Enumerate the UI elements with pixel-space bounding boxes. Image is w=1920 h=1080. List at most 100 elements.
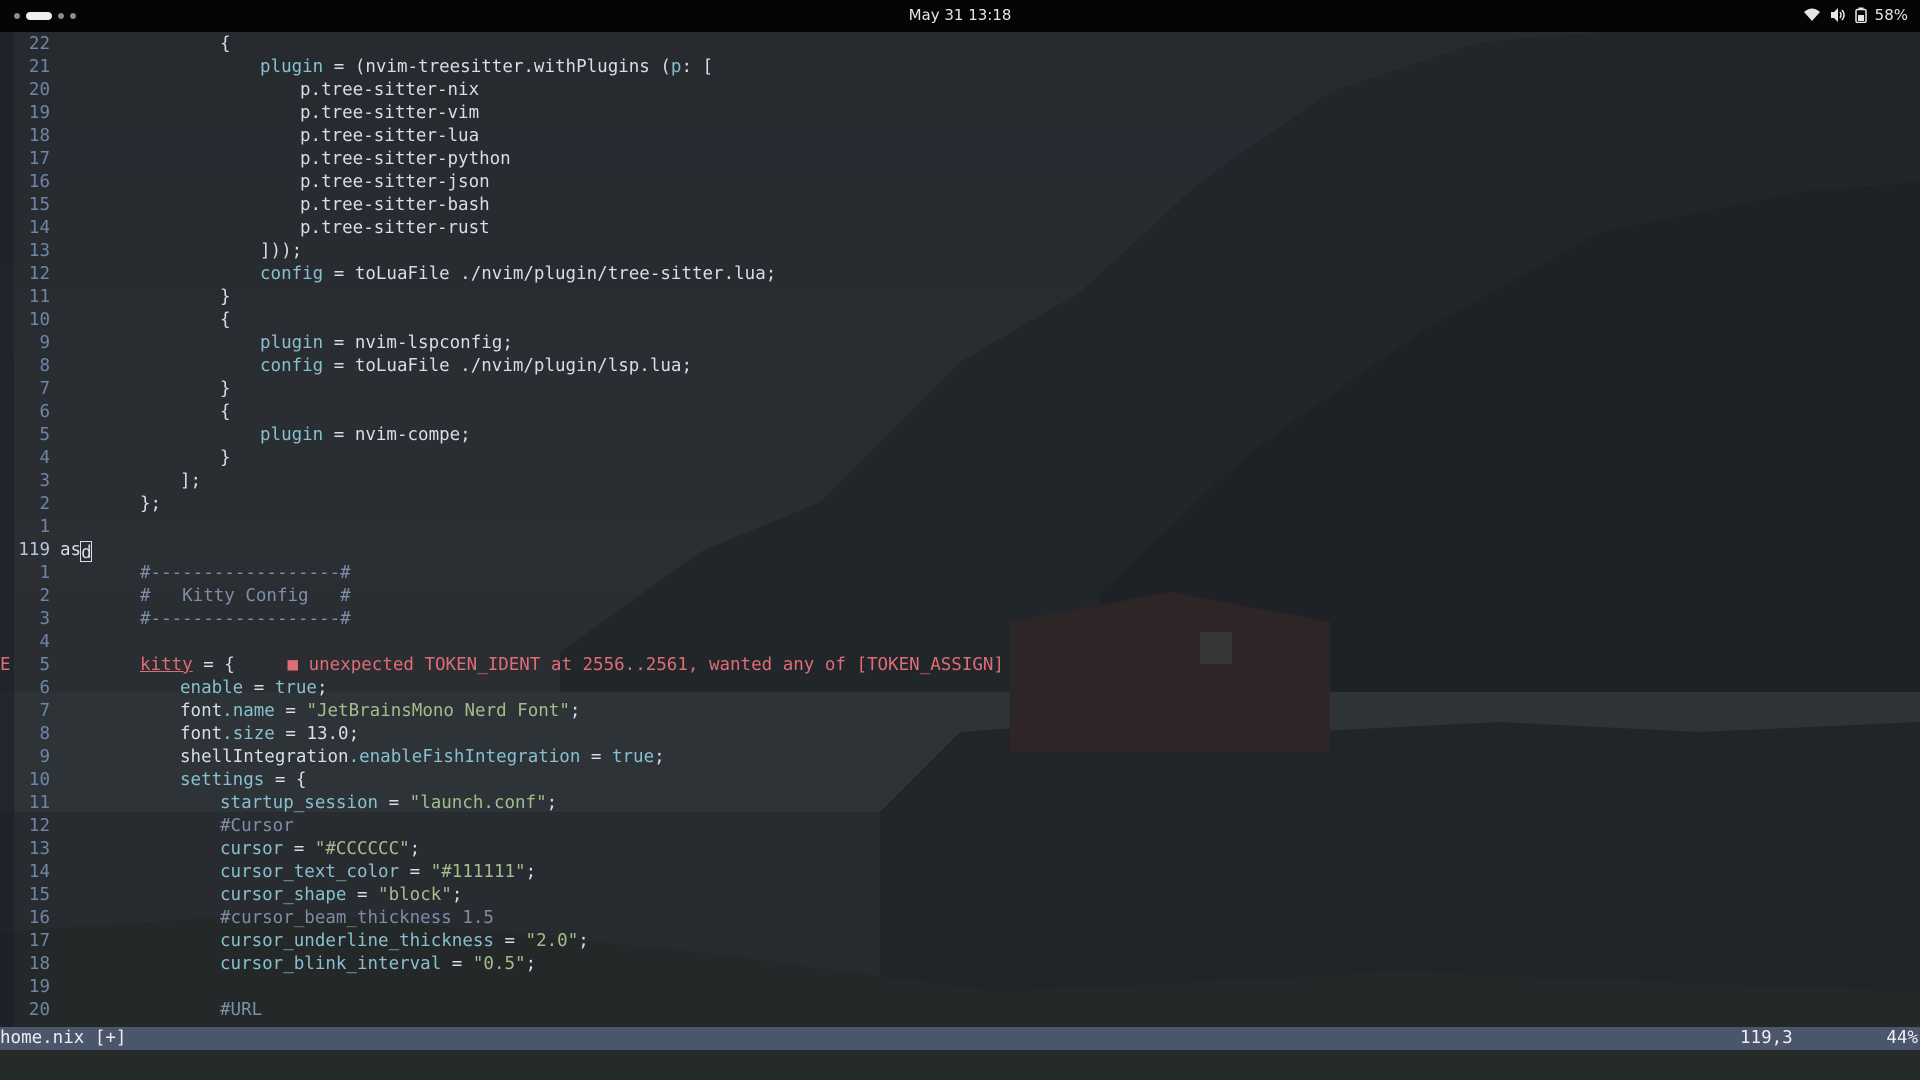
code-line[interactable]: 8 font.size = 13.0; — [0, 723, 1920, 746]
code-token: = — [580, 747, 612, 767]
code-token: .enableFishIntegration — [348, 747, 581, 767]
code-line[interactable]: 13])); — [0, 240, 1920, 263]
code-token: = toLuaFile ./nvim/plugin/lsp.lua; — [323, 356, 692, 376]
code-text[interactable]: startup_session = "launch.conf"; — [220, 792, 557, 815]
command-line[interactable] — [0, 1050, 1920, 1080]
code-line[interactable]: 19 p.tree-sitter-vim — [0, 102, 1920, 125]
line-number: 6 — [39, 402, 50, 422]
code-line[interactable]: 12 config = toLuaFile ./nvim/plugin/tree-… — [0, 263, 1920, 286]
code-text[interactable]: cursor_underline_thickness = "2.0"; — [220, 930, 589, 953]
code-text[interactable]: font.name = "JetBrainsMono Nerd Font"; — [180, 700, 580, 723]
battery-percent: 58% — [1874, 6, 1908, 24]
code-text[interactable]: p.tree-sitter-bash — [300, 194, 490, 217]
code-text[interactable]: } — [220, 378, 231, 401]
volume-icon[interactable] — [1829, 7, 1847, 23]
wifi-icon[interactable] — [1803, 7, 1821, 23]
code-text[interactable]: #Cursor — [220, 815, 294, 838]
code-text[interactable]: cursor_shape = "block"; — [220, 884, 462, 907]
code-line[interactable]: 18 cursor_blink_interval = "0.5"; — [0, 953, 1920, 976]
code-text[interactable]: }; — [140, 493, 161, 516]
code-line[interactable]: 3]; — [0, 470, 1920, 493]
code-text[interactable]: ])); — [260, 240, 302, 263]
code-line[interactable]: 15 cursor_shape = "block"; — [0, 884, 1920, 907]
code-line[interactable]: 11 startup_session = "launch.conf"; — [0, 792, 1920, 815]
code-text[interactable]: enable = true; — [180, 677, 328, 700]
code-line[interactable]: 1 #------------------# — [0, 562, 1920, 585]
code-line[interactable]: E 5 kitty = { ■ unexpected TOKEN_IDENT at … — [0, 654, 1920, 677]
code-line[interactable]: 20 #URL — [0, 999, 1920, 1022]
code-line[interactable]: 9 shellIntegration.enableFishIntegration … — [0, 746, 1920, 769]
code-text[interactable]: plugin = (nvim-treesitter.withPlugins (p… — [260, 56, 713, 79]
code-line[interactable]: 17 p.tree-sitter-python — [0, 148, 1920, 171]
code-text[interactable]: p.tree-sitter-vim — [300, 102, 479, 125]
code-line[interactable]: 10 { — [0, 309, 1920, 332]
code-text[interactable]: cursor_text_color = "#111111"; — [220, 861, 536, 884]
code-token: ; — [546, 793, 558, 813]
code-editor[interactable]: 22{21 plugin = (nvim-treesitter.withPlugi… — [0, 32, 1920, 1027]
code-line[interactable]: 3 #------------------# — [0, 608, 1920, 631]
code-line[interactable]: 10 settings = { — [0, 769, 1920, 792]
line-number: 10 — [28, 310, 50, 330]
code-line[interactable]: 19 — [0, 976, 1920, 999]
code-line[interactable]: 11} — [0, 286, 1920, 309]
code-text[interactable]: } — [220, 286, 231, 309]
code-line[interactable]: 2 # Kitty Config # — [0, 585, 1920, 608]
code-text[interactable]: shellIntegration.enableFishIntegration =… — [180, 746, 665, 769]
code-text[interactable]: { — [220, 33, 231, 56]
code-line[interactable]: 18 p.tree-sitter-lua — [0, 125, 1920, 148]
code-text[interactable]: plugin = nvim-lspconfig; — [260, 332, 513, 355]
code-line[interactable]: 7 font.name = "JetBrainsMono Nerd Font"; — [0, 700, 1920, 723]
code-text[interactable]: plugin = nvim-compe; — [260, 424, 471, 447]
code-line[interactable]: 4 — [0, 631, 1920, 654]
code-line[interactable]: 6 enable = true; — [0, 677, 1920, 700]
code-text[interactable]: config = toLuaFile ./nvim/plugin/lsp.lua… — [260, 355, 692, 378]
code-text[interactable]: p.tree-sitter-lua — [300, 125, 479, 148]
code-line[interactable]: 16 p.tree-sitter-json — [0, 171, 1920, 194]
system-tray[interactable]: 58% — [1803, 6, 1908, 24]
code-line[interactable]: 6{ — [0, 401, 1920, 424]
code-text[interactable]: # Kitty Config # — [140, 585, 351, 608]
code-line[interactable]: 2}; — [0, 493, 1920, 516]
code-line[interactable]: 20 p.tree-sitter-nix — [0, 79, 1920, 102]
code-text[interactable]: #------------------# — [140, 608, 351, 631]
code-text[interactable]: { — [220, 401, 231, 424]
code-line[interactable]: 119 asd — [0, 539, 1920, 563]
code-text[interactable]: asd — [60, 539, 93, 563]
code-text[interactable]: settings = { — [180, 769, 306, 792]
code-line[interactable]: 5 plugin = nvim-compe; — [0, 424, 1920, 447]
code-line[interactable]: 14 cursor_text_color = "#111111"; — [0, 861, 1920, 884]
code-text[interactable]: #cursor_beam_thickness 1.5 — [220, 907, 494, 930]
code-line[interactable]: 12 #Cursor — [0, 815, 1920, 838]
code-text[interactable]: cursor = "#CCCCCC"; — [220, 838, 420, 861]
code-line[interactable]: 1 — [0, 516, 1920, 539]
code-line[interactable]: 17 cursor_underline_thickness = "2.0"; — [0, 930, 1920, 953]
code-text[interactable]: p.tree-sitter-rust — [300, 217, 490, 240]
code-line[interactable]: 21 plugin = (nvim-treesitter.withPlugins … — [0, 56, 1920, 79]
code-line[interactable]: 8 config = toLuaFile ./nvim/plugin/lsp.lu… — [0, 355, 1920, 378]
code-text[interactable]: #URL — [220, 999, 262, 1022]
code-line[interactable]: 7} — [0, 378, 1920, 401]
code-line[interactable]: 15 p.tree-sitter-bash — [0, 194, 1920, 217]
code-text[interactable]: config = toLuaFile ./nvim/plugin/tree-si… — [260, 263, 776, 286]
code-line[interactable]: 4} — [0, 447, 1920, 470]
code-text[interactable]: cursor_blink_interval = "0.5"; — [220, 953, 536, 976]
code-line[interactable]: 16 #cursor_beam_thickness 1.5 — [0, 907, 1920, 930]
line-number: 9 — [39, 333, 50, 353]
code-text[interactable]: kitty = { ■ unexpected TOKEN_IDENT at 25… — [140, 654, 1004, 677]
code-line[interactable]: 13 cursor = "#CCCCCC"; — [0, 838, 1920, 861]
code-text[interactable]: font.size = 13.0; — [180, 723, 359, 746]
code-text[interactable]: ]; — [180, 470, 201, 493]
battery-icon[interactable] — [1854, 7, 1867, 23]
code-line[interactable]: 14 p.tree-sitter-rust — [0, 217, 1920, 240]
code-text[interactable]: p.tree-sitter-json — [300, 171, 490, 194]
code-text[interactable]: } — [220, 447, 231, 470]
code-line[interactable]: 9 plugin = nvim-lspconfig; — [0, 332, 1920, 355]
code-token: = — [493, 931, 526, 951]
code-text[interactable]: p.tree-sitter-nix — [300, 79, 479, 102]
code-text[interactable]: #------------------# — [140, 562, 351, 585]
clock[interactable]: May 31 13:18 — [0, 6, 1920, 24]
code-line[interactable]: 22 { — [0, 33, 1920, 56]
code-token: ; — [525, 862, 537, 882]
code-text[interactable]: p.tree-sitter-python — [300, 148, 511, 171]
code-text[interactable]: { — [220, 309, 231, 332]
